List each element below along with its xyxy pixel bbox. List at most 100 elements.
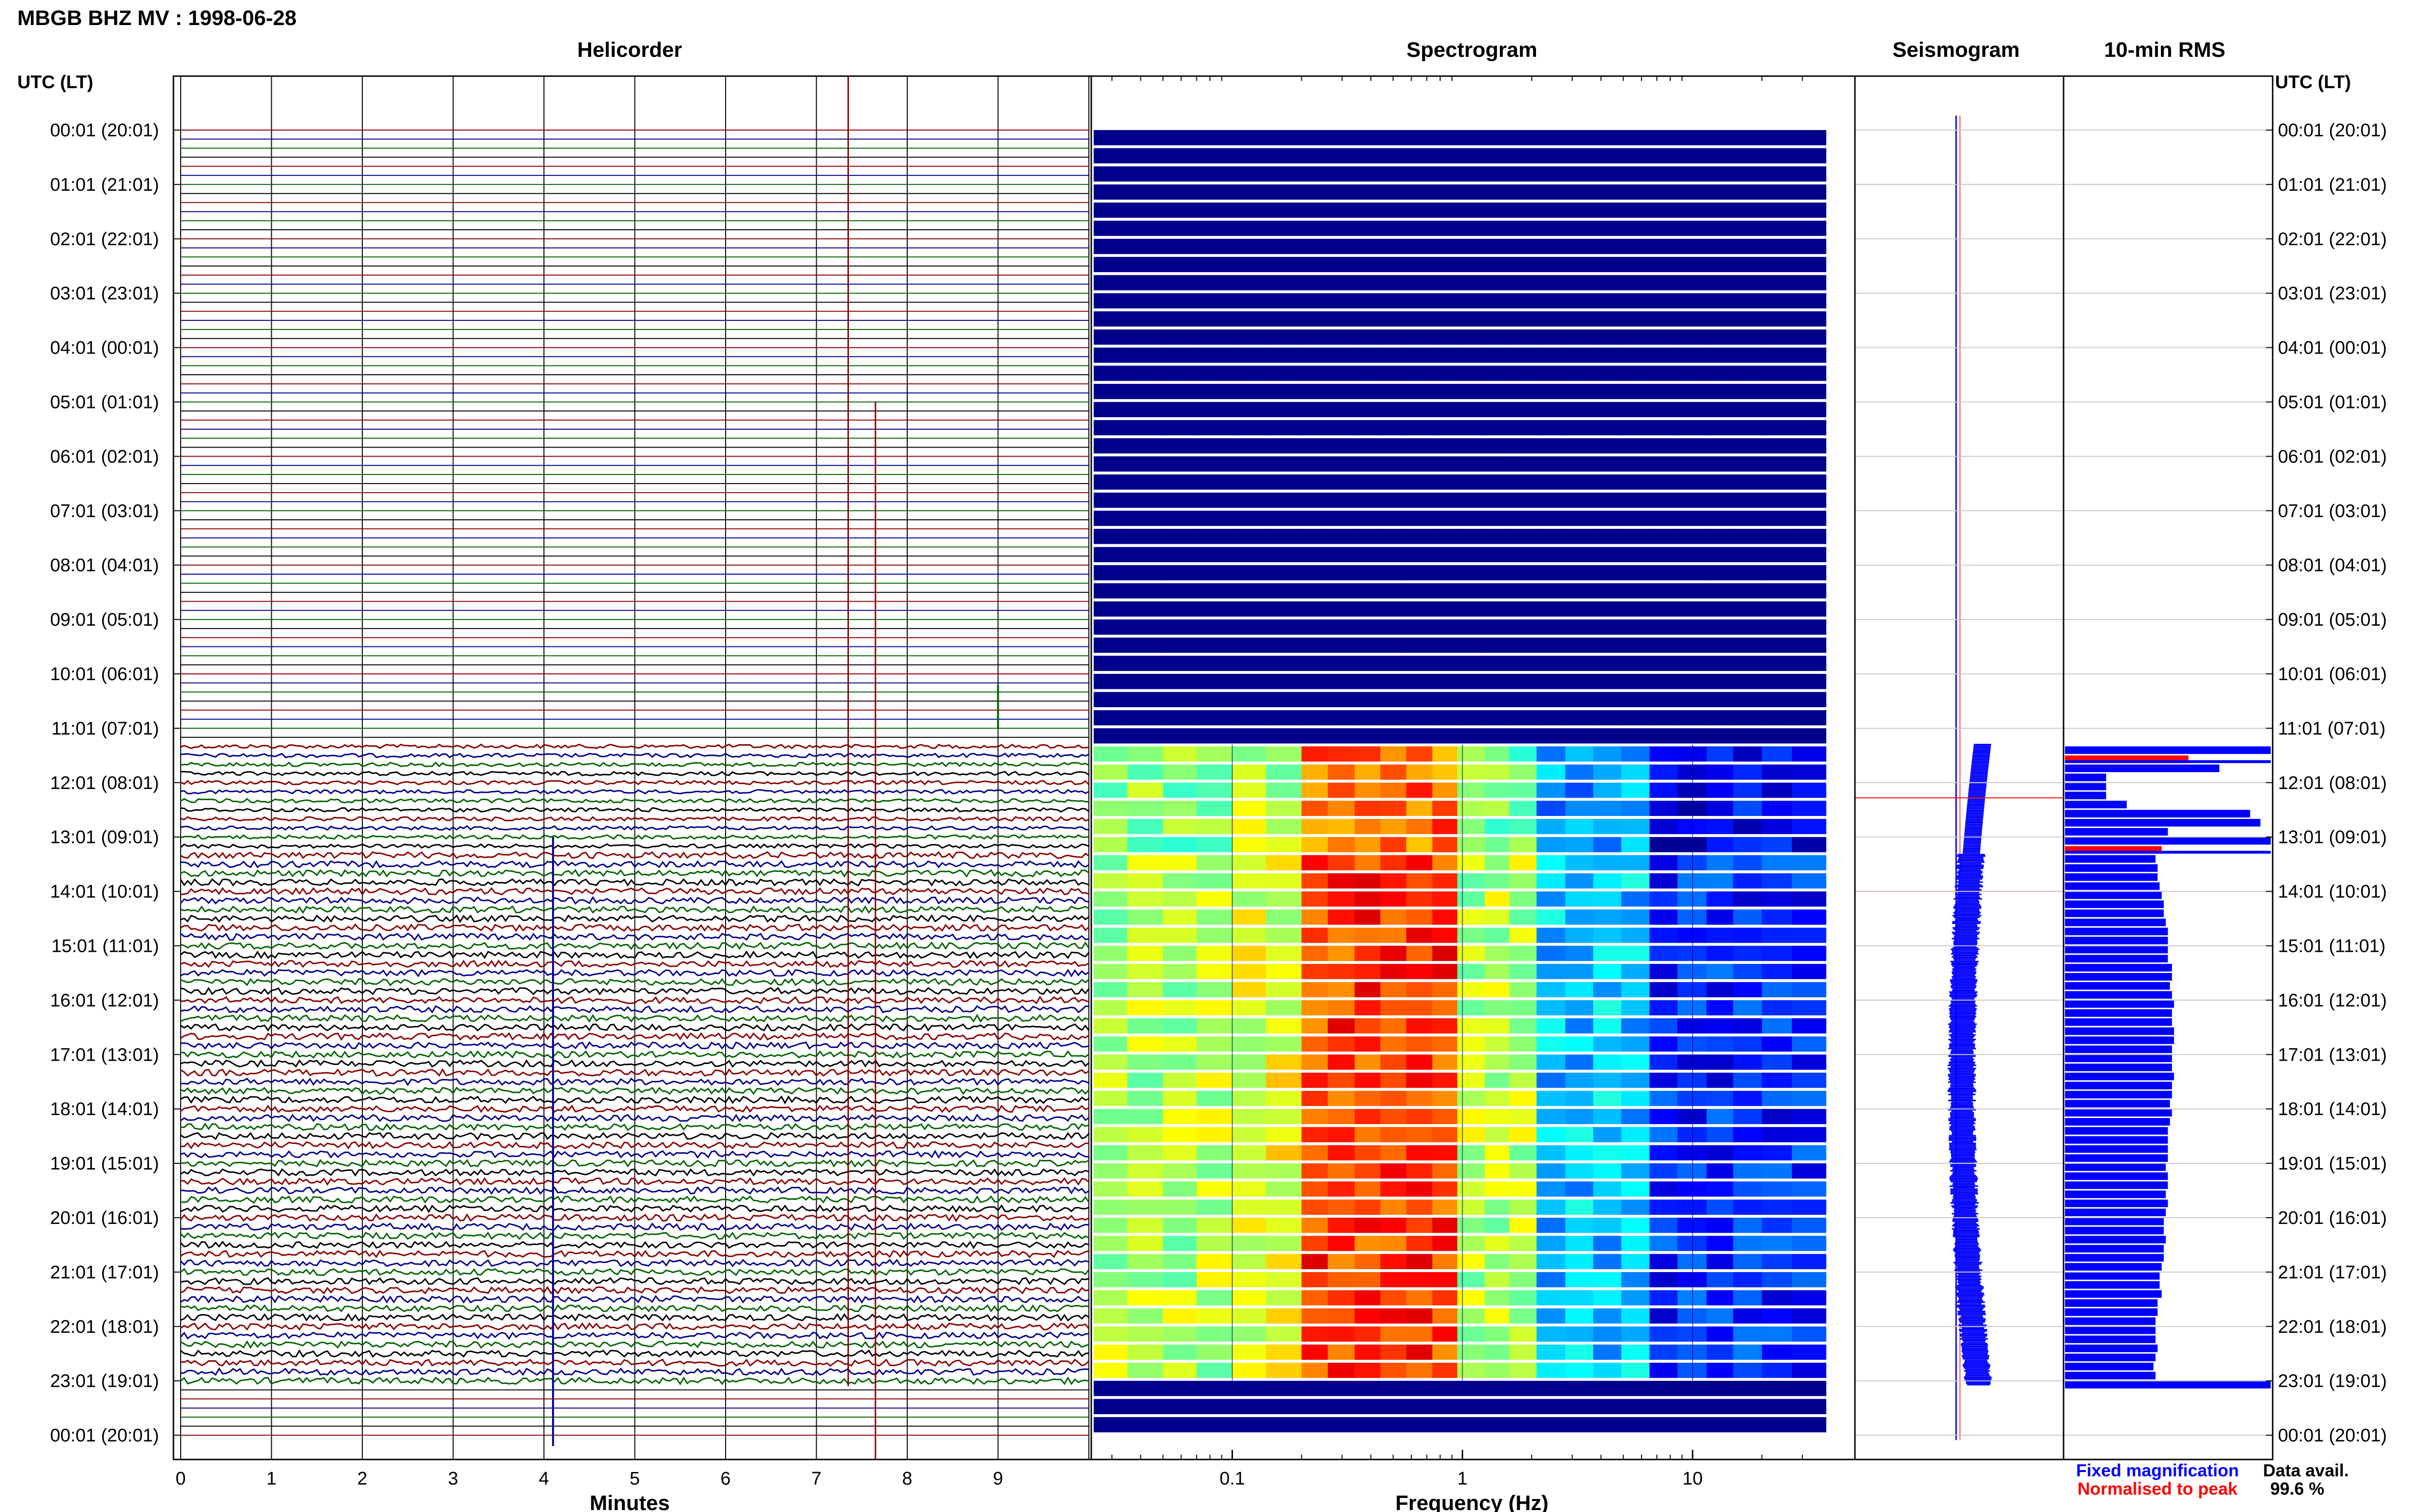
spectrogram-cell — [1593, 1272, 1622, 1288]
spectrogram-cell — [1761, 1127, 1792, 1143]
spectrogram-cell — [1457, 1218, 1485, 1233]
spectrogram-cell — [1432, 1091, 1458, 1106]
spectrogram-cell — [1536, 746, 1566, 762]
spectrogram-cell — [1232, 909, 1266, 925]
spectrogram-cell — [1380, 148, 1407, 164]
spectrogram-cell — [1733, 855, 1762, 870]
spectrogram-cell — [1677, 674, 1707, 689]
spectrogram-cell — [1733, 1018, 1762, 1034]
spectrogram-cell — [1621, 1145, 1650, 1161]
spectrogram-cell — [1301, 1072, 1328, 1088]
spectrogram-cell — [1484, 329, 1510, 345]
spectrogram-cell — [1380, 674, 1407, 689]
time-label-left: 02:01 (22:01) — [50, 229, 159, 250]
spectrogram-cell — [1327, 148, 1355, 164]
spectrogram-cell — [1509, 1199, 1537, 1215]
spectrogram-cell — [1301, 347, 1328, 363]
spectrogram-cell — [1733, 1326, 1762, 1342]
spectrogram-cell — [1484, 1199, 1510, 1215]
spectrogram-cell — [1565, 1109, 1594, 1124]
spectrogram-cell — [1232, 891, 1266, 907]
spectrogram-cell — [1354, 1054, 1381, 1070]
spectrogram-cell — [1232, 692, 1266, 708]
spectrogram-cell — [1761, 891, 1792, 907]
time-label-left: 10:01 (06:01) — [50, 664, 159, 684]
spectrogram-cell — [1196, 1417, 1233, 1433]
spectrogram-cell — [1266, 1127, 1302, 1143]
spectrogram-cell — [1484, 1036, 1510, 1052]
spectrogram-cell — [1266, 474, 1302, 490]
spectrogram-cell — [1733, 238, 1762, 254]
spectrogram-cell — [1094, 1326, 1128, 1342]
spectrogram-cell — [1301, 1417, 1328, 1433]
spectrogram-cell — [1457, 1054, 1485, 1070]
spectrogram-cell — [1196, 1399, 1233, 1414]
spectrogram-cell — [1509, 492, 1537, 508]
spectrogram-cell — [1761, 837, 1792, 853]
spectrogram-cell — [1565, 1272, 1594, 1288]
spectrogram-cell — [1301, 184, 1328, 200]
spectrogram-cell — [1593, 656, 1622, 671]
spectrogram-cell — [1792, 1326, 1827, 1342]
spectrogram-cell — [1406, 130, 1433, 145]
spectrogram-cell — [1484, 801, 1510, 816]
spectrogram-cell — [1380, 1308, 1407, 1324]
spectrogram-cell — [1406, 873, 1433, 889]
spectrogram-cell — [1677, 547, 1707, 563]
spectrogram-cell — [1761, 601, 1792, 617]
spectrogram-cell — [1432, 819, 1458, 834]
spectrogram-cell — [1484, 1308, 1510, 1324]
spectrogram-cell — [1536, 329, 1566, 345]
spectrogram-cell — [1127, 1254, 1164, 1269]
spectrogram-cell — [1354, 329, 1381, 345]
spectrogram-cell — [1593, 1236, 1622, 1251]
spectrogram-cell — [1266, 420, 1302, 435]
spectrogram-cell — [1457, 1127, 1485, 1143]
spectrogram-cell — [1127, 1145, 1164, 1161]
rms-bar — [2065, 891, 2162, 899]
spectrogram-cell — [1792, 1381, 1827, 1396]
spectrogram-cell — [1621, 764, 1650, 780]
spectrogram-cell — [1301, 1344, 1328, 1360]
spectrogram-cell — [1163, 964, 1197, 979]
rms-bar — [2065, 1209, 2166, 1216]
spectrogram-cell — [1565, 293, 1594, 309]
spectrogram-cell — [1733, 801, 1762, 816]
spectrogram-cell — [1232, 329, 1266, 345]
spectrogram-cell — [1327, 1181, 1355, 1197]
spectrogram-cell — [1707, 1344, 1734, 1360]
spectrogram-cell — [1565, 238, 1594, 254]
spectrogram-cell — [1380, 837, 1407, 853]
spectrogram-cell — [1649, 801, 1678, 816]
spectrogram-cell — [1649, 221, 1678, 236]
spectrogram-cell — [1792, 927, 1827, 943]
spectrogram-cell — [1677, 420, 1707, 435]
spectrogram-cell — [1565, 746, 1594, 762]
spectrogram-cell — [1266, 583, 1302, 599]
spectrogram-cell — [1621, 1363, 1650, 1378]
spectrogram-cell — [1509, 238, 1537, 254]
spectrogram-cell — [1163, 1218, 1197, 1233]
spectrogram-cell — [1266, 1181, 1302, 1197]
spectrogram-cell — [1536, 547, 1566, 563]
spectrogram-cell — [1621, 801, 1650, 816]
spectrogram-cell — [1792, 1163, 1827, 1179]
spectrogram-cell — [1649, 855, 1678, 870]
spectrogram-cell — [1354, 1181, 1381, 1197]
spectrogram-cell — [1406, 1181, 1433, 1197]
spectrogram-cell — [1266, 909, 1302, 925]
spectrogram-cell — [1457, 511, 1485, 526]
spectrogram-cell — [1406, 402, 1433, 418]
spectrogram-cell — [1457, 764, 1485, 780]
spectrogram-cell — [1792, 674, 1827, 689]
spectrogram-cell — [1327, 1091, 1355, 1106]
spectrogram-cell — [1761, 511, 1792, 526]
spectrogram-cell — [1707, 547, 1734, 563]
spectrogram-cell — [1536, 946, 1566, 961]
spectrogram-cell — [1266, 1199, 1302, 1215]
spectrogram-cell — [1677, 202, 1707, 218]
spectrogram-cell — [1327, 1363, 1355, 1378]
spectrogram-cell — [1761, 166, 1792, 182]
spectrogram-cell — [1094, 855, 1128, 870]
spectrogram-cell — [1163, 402, 1197, 418]
